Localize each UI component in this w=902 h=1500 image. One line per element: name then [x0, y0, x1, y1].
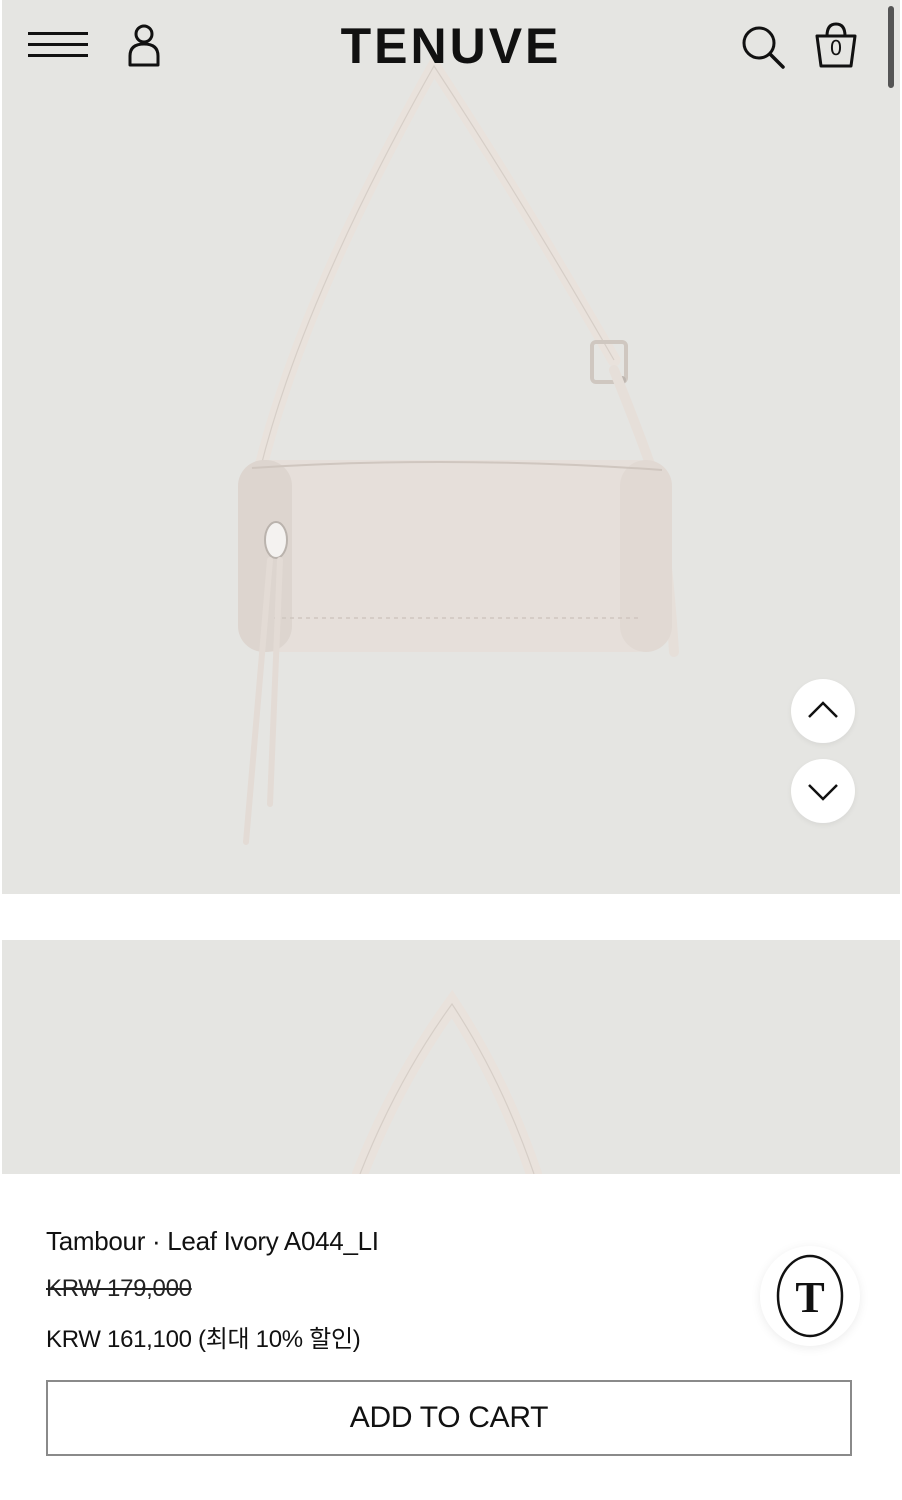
brand-chat-button[interactable]: T [760, 1246, 860, 1346]
site-header: TENUVE 0 [0, 0, 902, 92]
product-image-1 [2, 0, 900, 894]
search-icon[interactable] [740, 24, 786, 70]
cart-count: 0 [829, 36, 843, 60]
scroll-up-button[interactable] [791, 679, 855, 743]
scrollbar[interactable] [888, 6, 894, 88]
brand-logo[interactable]: TENUVE [300, 18, 602, 74]
bag-strap-illustration [352, 989, 542, 1174]
add-to-cart-button[interactable]: ADD TO CART [46, 1380, 852, 1456]
user-icon[interactable] [126, 22, 162, 68]
scroll-down-button[interactable] [791, 759, 855, 823]
chevron-down-icon [808, 784, 838, 801]
menu-icon[interactable] [28, 30, 88, 60]
product-name: Tambour · Leaf Ivory A044_LI [46, 1226, 379, 1256]
bag-illustration [238, 53, 679, 845]
chevron-up-icon [808, 701, 838, 718]
product-image-2 [2, 940, 900, 1174]
sale-price: KRW 161,100 (최대 10% 할인) [46, 1326, 361, 1353]
shopping-bag-icon[interactable]: 0 [812, 20, 860, 70]
badge-letter: T [795, 1273, 825, 1322]
original-price: KRW 179,000 [46, 1275, 192, 1302]
